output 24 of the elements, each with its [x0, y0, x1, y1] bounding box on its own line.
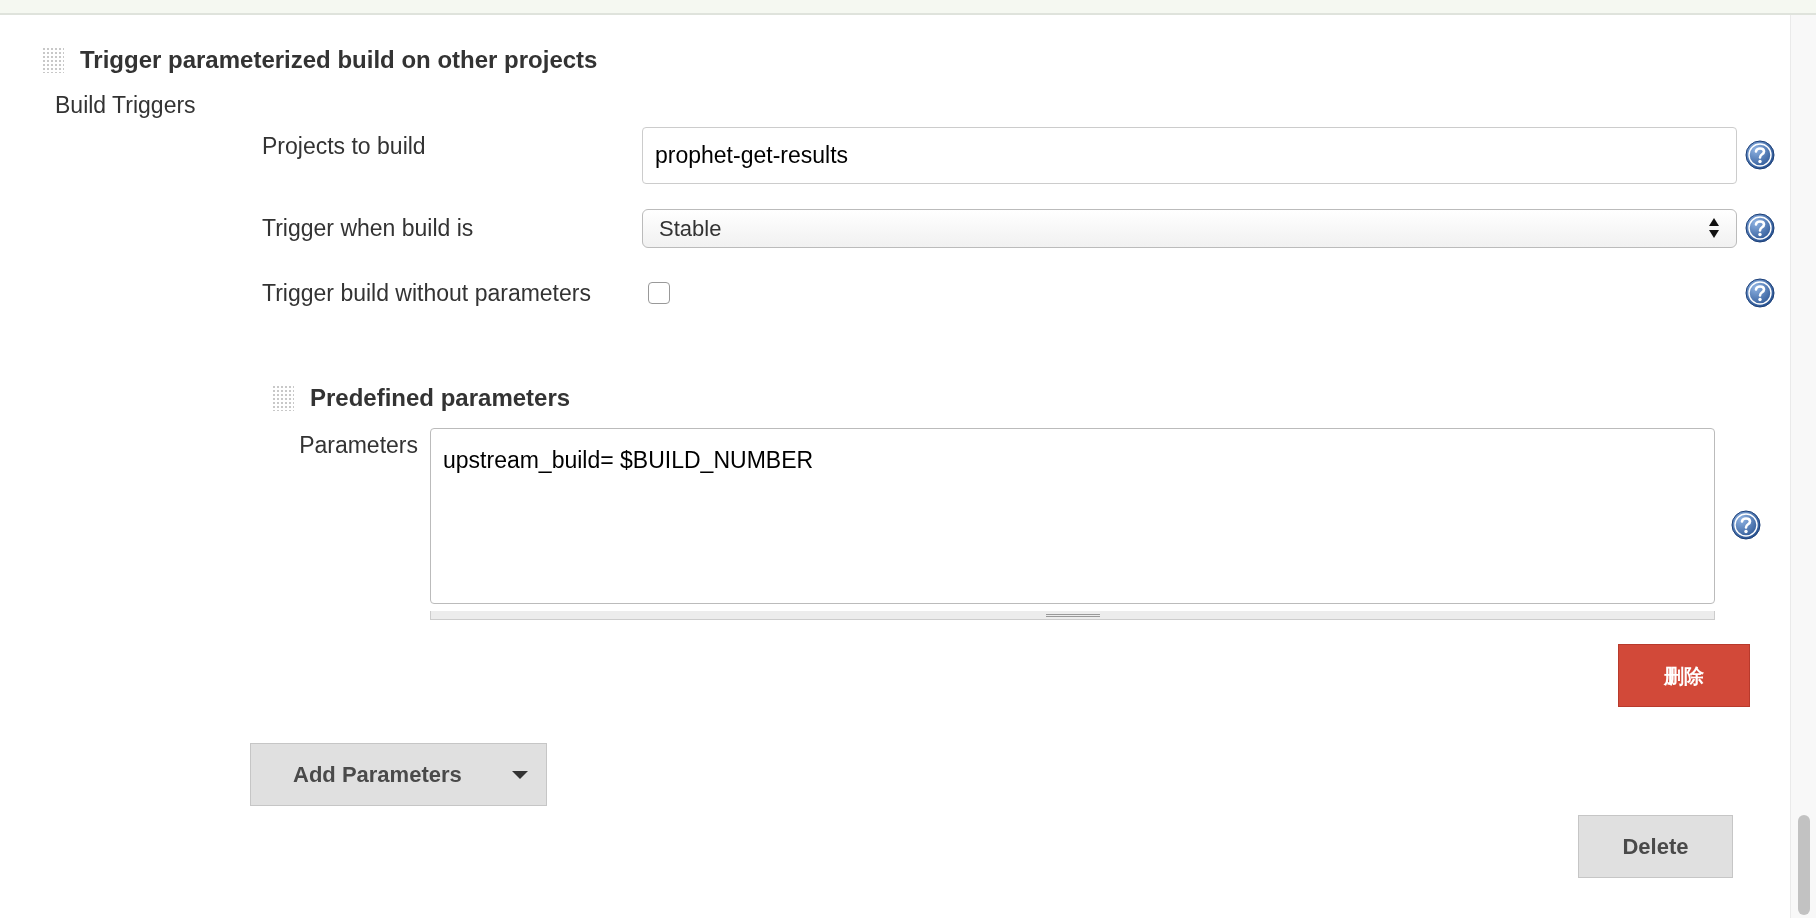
text-field[interactable]: prophet-get-results: [642, 126, 1737, 184]
section-title: Trigger parameterized build on other projects: [80, 45, 598, 75]
delete-button[interactable]: Delete: [1578, 815, 1733, 878]
help-icon[interactable]: [1731, 510, 1761, 540]
section-subtitle: Build Triggers: [55, 91, 197, 120]
caret-icon: [512, 770, 528, 779]
add-parameters-button[interactable]: Add Parameters: [250, 743, 547, 806]
remove-button[interactable]: 删除: [1618, 644, 1750, 707]
drag-handle-icon[interactable]: [42, 47, 64, 73]
help-icon[interactable]: [1745, 277, 1775, 308]
field-label: Parameters: [298, 431, 419, 460]
field-label: Trigger build without parameters: [262, 278, 592, 308]
updown-arrows-icon: [1708, 216, 1720, 240]
field-label: Projects to build: [262, 131, 427, 161]
drag-handle-icon[interactable]: [272, 385, 294, 411]
scrollbar-thumb[interactable]: [1798, 815, 1810, 915]
checkbox[interactable]: [648, 281, 670, 304]
field-label: Trigger when build is: [262, 213, 475, 243]
select-dropdown[interactable]: Stable: [642, 208, 1737, 248]
help-icon[interactable]: [1745, 212, 1775, 243]
resize-handle[interactable]: [430, 611, 1715, 620]
help-icon[interactable]: [1745, 139, 1775, 170]
section-title: Predefined parameters: [310, 383, 571, 413]
text-area[interactable]: upstream_build= $BUILD_NUMBER: [430, 428, 1715, 604]
